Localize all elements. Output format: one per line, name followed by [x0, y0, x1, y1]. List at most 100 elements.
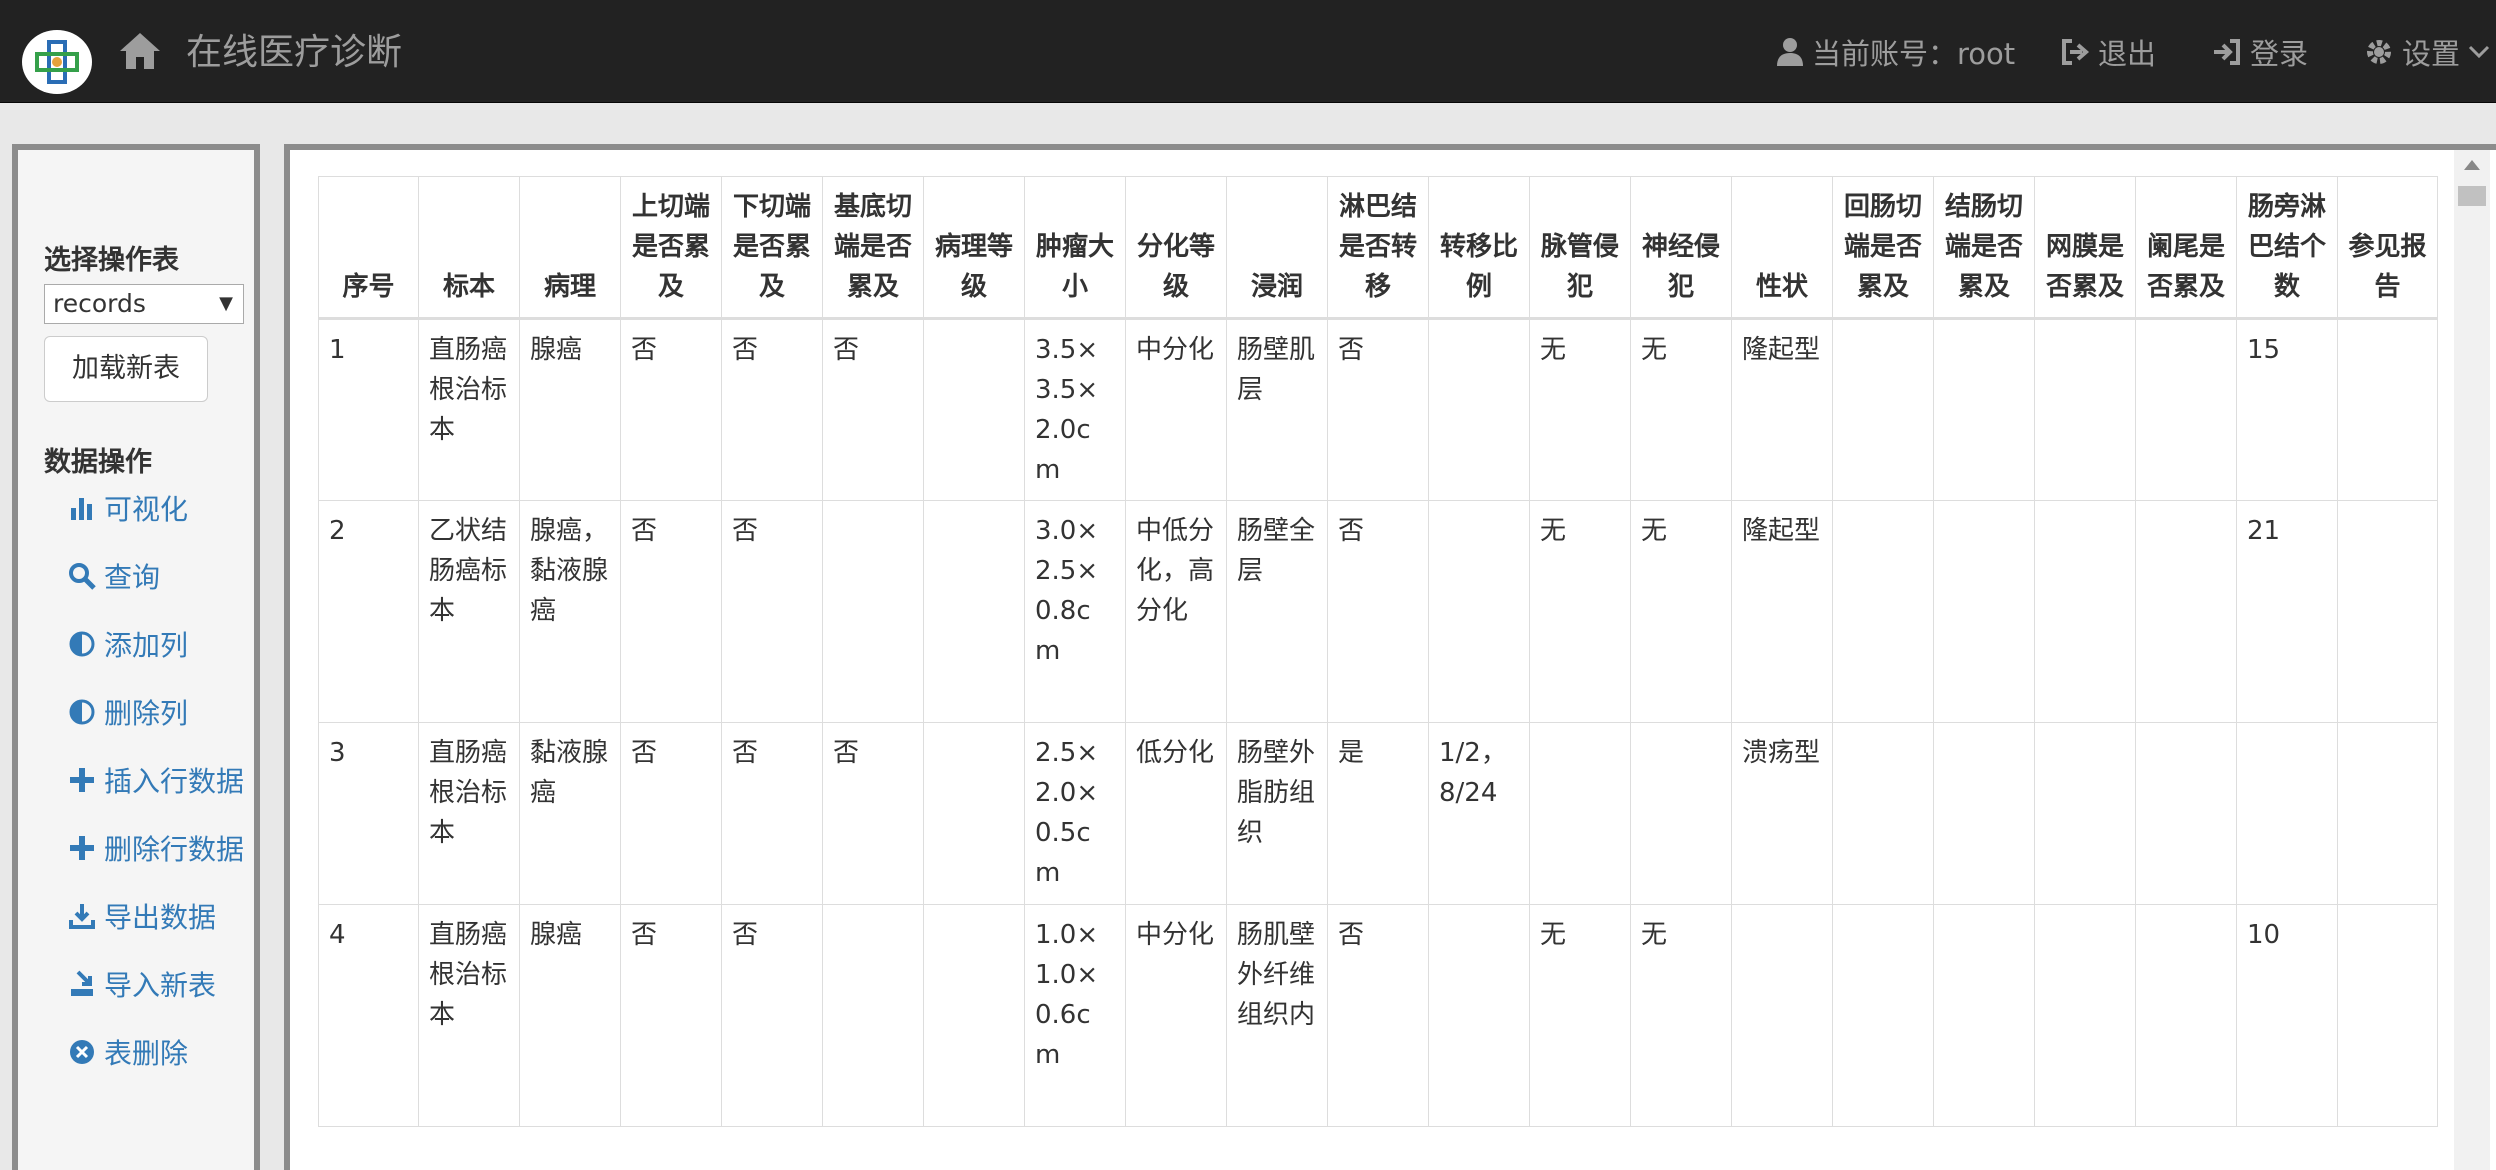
op-add-column[interactable]: 添加列	[68, 624, 188, 664]
table-cell: 腺癌	[519, 904, 621, 1127]
column-header[interactable]: 肠旁淋巴结个数	[2236, 176, 2338, 320]
column-header[interactable]: 网膜是否累及	[2034, 176, 2136, 320]
table-cell	[2337, 500, 2438, 723]
load-table-button[interactable]: 加载新表	[44, 336, 208, 402]
search-icon	[69, 563, 96, 590]
table-cell: 2	[318, 500, 419, 723]
logout-link[interactable]: 退出	[2060, 30, 2156, 74]
op-drop-table[interactable]: 表删除	[68, 1032, 188, 1072]
table-cell: 无	[1630, 904, 1732, 1127]
op-visualize[interactable]: 可视化	[68, 488, 188, 528]
remove-circle-icon	[70, 1040, 94, 1064]
column-header[interactable]: 淋巴结是否转移	[1327, 176, 1429, 320]
table-cell: 直肠癌根治标本	[418, 722, 520, 905]
medical-logo[interactable]	[22, 30, 92, 94]
table-row[interactable]: 1 直肠癌根治标本 腺癌否否否 3.5×3.5×2.0cm 中分化 肠壁肌层否无无隆起型 1…	[318, 318, 2438, 501]
column-header[interactable]: 回肠切端是否累及	[1832, 176, 1934, 320]
table-cell: 否	[620, 722, 722, 905]
caret-down-icon	[2468, 45, 2490, 59]
table-cell	[923, 500, 1025, 723]
vertical-scrollbar[interactable]	[2454, 150, 2490, 1170]
column-header[interactable]: 基底切端是否累及	[822, 176, 924, 320]
column-header[interactable]: 结肠切端是否累及	[1933, 176, 2035, 320]
column-header[interactable]: 性状	[1731, 176, 1833, 320]
table-cell: 10	[2236, 904, 2338, 1127]
column-header[interactable]: 序号	[318, 176, 419, 320]
op-insert-row[interactable]: 插入行数据	[68, 760, 244, 800]
table-cell: 3	[318, 722, 419, 905]
column-header[interactable]: 浸润	[1226, 176, 1328, 320]
table-cell: 肠壁外脂肪组织	[1226, 722, 1328, 905]
table-row[interactable]: 2 乙状结肠癌标本 腺癌，黏液腺癌否否 3.0×2.5×0.8cm 中低分化，高分化 肠壁…	[318, 500, 2438, 723]
column-header[interactable]: 肿瘤大小	[1024, 176, 1126, 320]
download-icon	[69, 904, 95, 929]
table-cell: 腺癌	[519, 318, 621, 501]
logout-label: 退出	[2098, 37, 2157, 71]
table-cell	[2236, 722, 2338, 905]
settings-dropdown[interactable]: 设置	[2364, 30, 2496, 74]
table-cell: 黏液腺癌	[519, 722, 621, 905]
table-cell: 否	[1327, 318, 1429, 501]
home-icon[interactable]	[118, 30, 162, 72]
op-query[interactable]: 查询	[68, 556, 160, 596]
scroll-up-arrow-icon[interactable]	[2464, 160, 2480, 170]
select-caret-icon: ▼	[219, 293, 233, 314]
column-header[interactable]: 阑尾是否累及	[2135, 176, 2237, 320]
table-cell	[2337, 904, 2438, 1127]
op-label: 添加列	[104, 629, 189, 662]
table-row[interactable]: 3 直肠癌根治标本 黏液腺癌否否否 2.5×2.0×0.5cm 低分化 肠壁外脂肪组织是 1…	[318, 722, 2438, 905]
table-cell: 1	[318, 318, 419, 501]
table-cell: 无	[1529, 500, 1631, 723]
column-header[interactable]: 标本	[418, 176, 520, 320]
column-header[interactable]: 分化等级	[1125, 176, 1227, 320]
import-icon	[71, 970, 93, 996]
table-cell: 肠壁全层	[1226, 500, 1328, 723]
table-cell: 溃疡型	[1731, 722, 1833, 905]
records-table-container: 序号 标本 病理 上切端是否累及 下切端是否累及 基底切端是否累及 病理等级 肿瘤大小 分化等级…	[318, 176, 2438, 1170]
column-header[interactable]: 病理等级	[923, 176, 1025, 320]
column-header[interactable]: 病理	[519, 176, 621, 320]
table-cell: 否	[822, 318, 924, 501]
op-delete-column[interactable]: 删除列	[68, 692, 188, 732]
table-cell: 隆起型	[1731, 500, 1833, 723]
table-cell	[1428, 904, 1530, 1127]
table-select[interactable]: records ▼	[44, 284, 244, 324]
column-header[interactable]: 神经侵犯	[1630, 176, 1732, 320]
app-title[interactable]: 在线医疗诊断	[186, 28, 402, 78]
top-navbar: 在线医疗诊断 当前账号：root 退出 登录 设置	[0, 0, 2496, 103]
table-cell: 2.5×2.0×0.5cm	[1024, 722, 1126, 905]
current-account[interactable]: 当前账号：root	[1776, 30, 2015, 74]
column-header[interactable]: 脉管侵犯	[1529, 176, 1631, 320]
table-cell: 无	[1630, 318, 1732, 501]
login-label: 登录	[2250, 37, 2309, 71]
table-cell: 3.0×2.5×0.8cm	[1024, 500, 1126, 723]
user-icon	[1777, 38, 1803, 66]
table-cell: 否	[620, 318, 722, 501]
table-cell	[1630, 722, 1732, 905]
table-cell	[1933, 904, 2035, 1127]
table-cell: 否	[822, 722, 924, 905]
table-cell: 否	[721, 722, 823, 905]
table-cell	[2135, 904, 2237, 1127]
table-row[interactable]: 4 直肠癌根治标本 腺癌否否 1.0×1.0×0.6cm 中分化 肠肌壁外纤维组织内否无无…	[318, 904, 2438, 1127]
table-cell	[923, 904, 1025, 1127]
table-cell	[2034, 500, 2136, 723]
table-cell	[822, 904, 924, 1127]
column-header[interactable]: 上切端是否累及	[620, 176, 722, 320]
table-cell	[1832, 318, 1934, 501]
table-cell: 否	[1327, 500, 1429, 723]
op-label: 删除行数据	[104, 833, 245, 866]
column-header[interactable]: 转移比例	[1428, 176, 1530, 320]
table-cell	[1731, 904, 1833, 1127]
op-export[interactable]: 导出数据	[68, 896, 216, 936]
op-delete-row[interactable]: 删除行数据	[68, 828, 244, 868]
table-cell: 中分化	[1125, 904, 1227, 1127]
scroll-thumb[interactable]	[2458, 186, 2486, 206]
login-link[interactable]: 登录	[2212, 30, 2308, 74]
table-cell: 肠肌壁外纤维组织内	[1226, 904, 1328, 1127]
op-import[interactable]: 导入新表	[68, 964, 216, 1004]
column-header[interactable]: 下切端是否累及	[721, 176, 823, 320]
table-cell: 1/2，8/24	[1428, 722, 1530, 905]
column-header[interactable]: 参见报告	[2337, 176, 2438, 320]
table-cell	[2135, 500, 2237, 723]
